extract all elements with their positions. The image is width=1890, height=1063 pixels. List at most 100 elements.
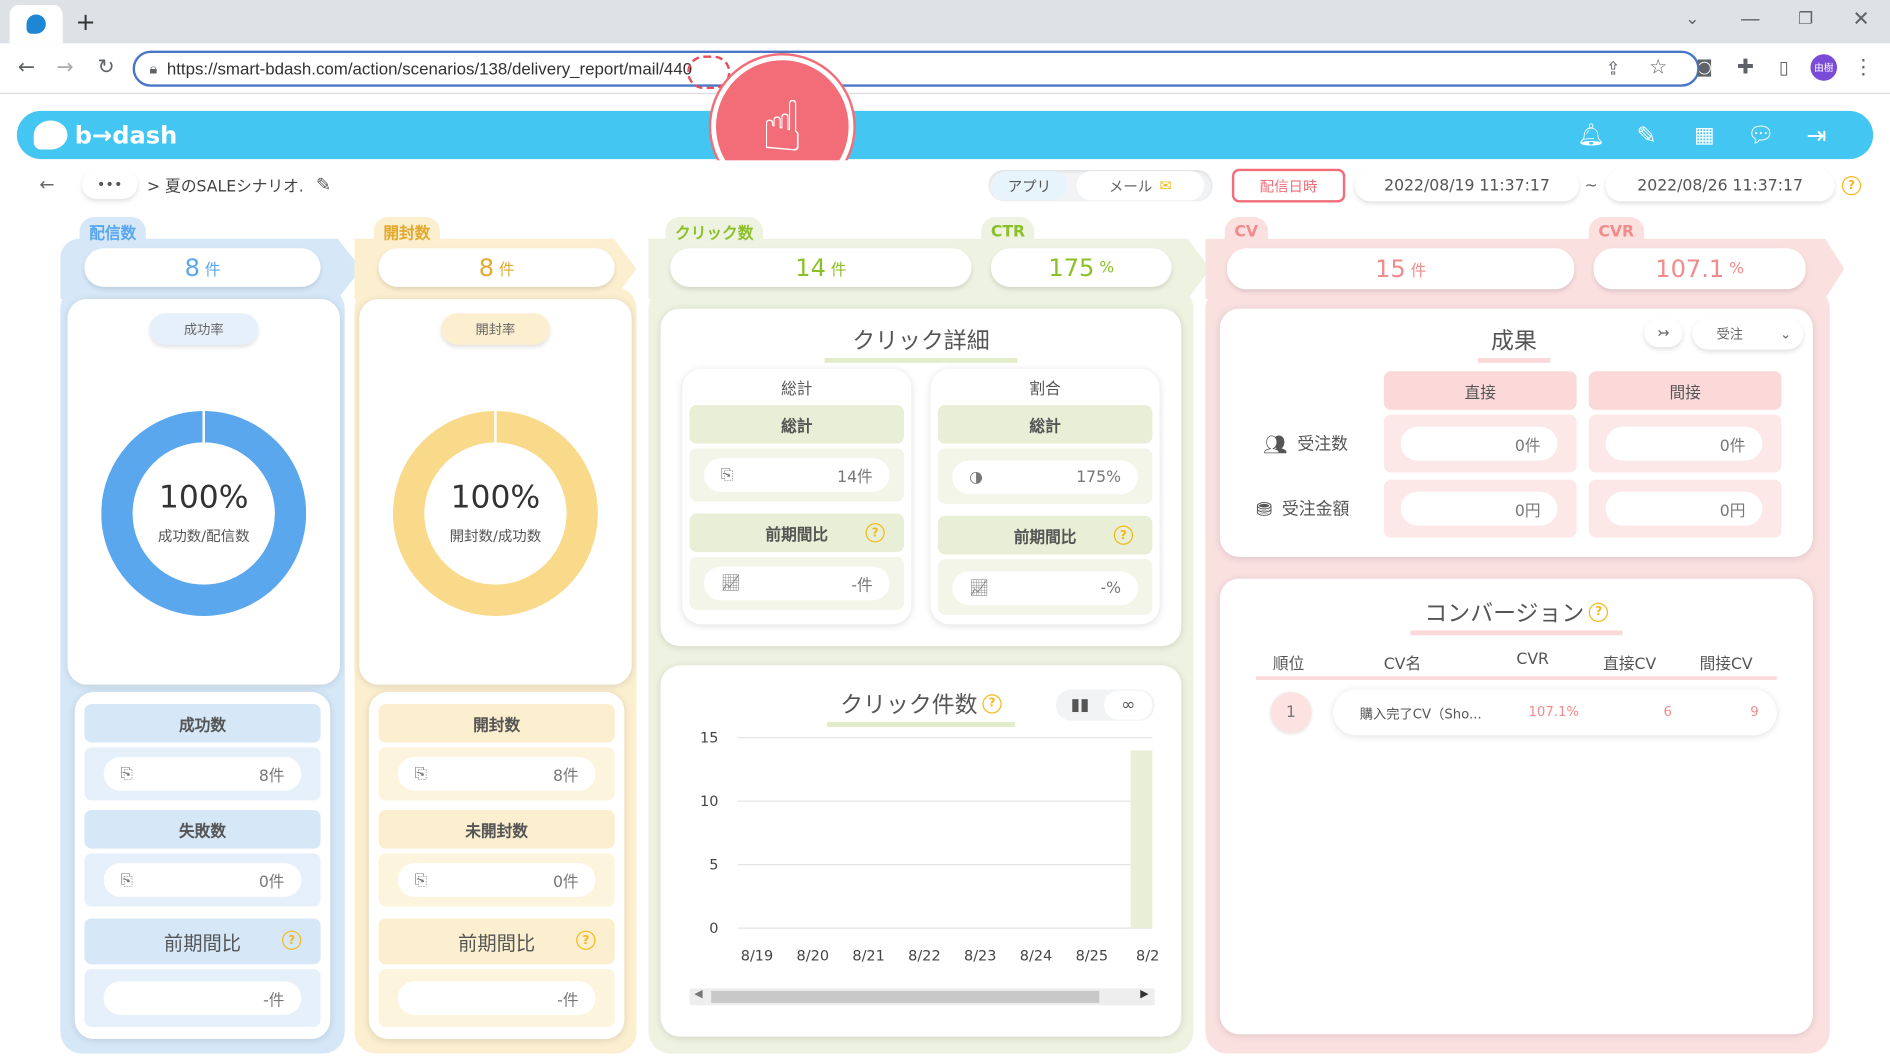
x-tick-label: 8/21 (852, 949, 884, 965)
result-filter-select[interactable]: 受注 ⌄ (1692, 318, 1804, 350)
conv-row-rank: 1 (1270, 691, 1312, 733)
click-total-prev-header: 前期間比? (689, 513, 905, 553)
conv-row-indirect: 9 (1750, 703, 1759, 720)
result-title: 成果 (1477, 323, 1551, 363)
camera-icon[interactable]: ◙ (1692, 55, 1716, 79)
success-count-row: ⎘ 8件 (103, 756, 302, 791)
breadcrumb-more-button[interactable]: ••• (81, 169, 138, 199)
click-total-row: ⎘ 14件 (703, 458, 890, 492)
send-icon: ⎘ (120, 764, 134, 783)
click-count-unit: 件 (830, 260, 847, 280)
success-rate-label: 成功率 (149, 313, 258, 345)
apps-grid-icon[interactable]: ▦ (1690, 121, 1719, 150)
open-prev-header: 前期間比? (378, 918, 615, 965)
y-tick-label: 10 (700, 794, 718, 810)
help-icon[interactable]: ? (1589, 602, 1609, 622)
scroll-left-icon[interactable]: ◀ (694, 988, 702, 1000)
col-indirect: 間接 (1588, 371, 1782, 410)
amount-indirect: 0円 (1605, 491, 1763, 526)
click-detail-title: クリック詳細 (824, 323, 1018, 363)
click-ratio-prev-label: 前期間比 (1013, 528, 1077, 547)
share-icon[interactable]: ⇪ (1606, 58, 1621, 80)
success-donut: 100% 成功数/配信数 (101, 405, 307, 622)
logo[interactable]: b→dash (33, 118, 177, 152)
click-ratio-value: 175% (1076, 468, 1122, 487)
x-tick-label: 8/24 (1020, 949, 1052, 965)
conversion-table-header: 順位 CV名 CVR 直接CV 間接CV (1256, 651, 1777, 680)
send-icon: ⎘ (120, 870, 134, 889)
delivery-count: 8件 (84, 248, 321, 287)
x-tick-label: 8/23 (964, 949, 996, 965)
th-cvr: CVR (1516, 650, 1549, 669)
channel-toggle: アプリ メール ✉ (988, 169, 1213, 202)
help-icon[interactable]: ? (1841, 175, 1862, 196)
click-count: 14 件 (670, 248, 972, 287)
open-detail-card: 開封数 ⎘ 8件 未開封数 ⎘ 0件 前期間比? -件 (368, 691, 625, 1040)
pie-icon: ◑ (969, 468, 983, 487)
open-label: 開封数 (373, 216, 440, 246)
close-window-icon[interactable]: ✕ (1849, 7, 1873, 31)
address-bar[interactable]: 🔒︎ https://smart-bdash.com/action/scenar… (132, 50, 1700, 87)
page-back-icon[interactable]: ← (34, 172, 61, 196)
fail-count-row: ⎘ 0件 (103, 863, 302, 897)
restore-icon[interactable]: ❐ (1794, 7, 1818, 31)
edit-icon[interactable]: ✎ (316, 174, 331, 196)
toggle-mail[interactable]: メール ✉ (1076, 171, 1205, 201)
forward-icon[interactable]: → (53, 55, 77, 79)
chart-scrollbar[interactable]: ◀ ▶ (689, 988, 1155, 1006)
click-total-prev-label: 前期間比 (765, 526, 829, 545)
lock-icon: 🔒︎ (149, 59, 158, 77)
logout-icon[interactable]: ⇥ (1801, 121, 1832, 150)
cvr-unit: % (1729, 259, 1744, 278)
ctr-value: 175 (1048, 253, 1095, 283)
help-icon[interactable]: ? (1113, 525, 1134, 545)
sub-navigation: ← ••• > 夏のSALEシナリオ. ✎ アプリ メール ✉ 配信日時 2022… (0, 160, 1890, 209)
reload-icon[interactable]: ↻ (94, 55, 118, 79)
tab-search-icon[interactable]: ⌄ (1680, 7, 1704, 31)
delivery-prev-row: -件 (103, 981, 302, 1015)
click-ratio-prev-row: 📈︎ -% (952, 571, 1138, 606)
extensions-icon[interactable]: ✚ (1733, 55, 1757, 79)
browser-tab-bar: + ⌄ — ❐ ✕ (0, 0, 1890, 44)
table-row[interactable]: 購入完了CV（Sho... 107.1% 6 9 (1333, 689, 1777, 736)
open-rate-label: 開封率 (441, 313, 550, 345)
conversion-title-wrap: コンバージョン? (1410, 595, 1623, 636)
chart-scrollbar-thumb[interactable] (711, 990, 1100, 1003)
side-panel-icon[interactable]: ▯ (1772, 55, 1796, 79)
back-icon[interactable]: ← (14, 55, 38, 79)
new-tab-button[interactable]: + (72, 7, 99, 36)
direction-icon[interactable]: ↣ (1644, 318, 1683, 348)
coins-icon: ⛃ (1256, 497, 1273, 521)
click-ratio-title: 割合 (1029, 380, 1061, 399)
click-chart-svg: 0 5 10 15 8/19 8/20 8/21 8/22 8/23 8/24 8/25 8/2 (700, 731, 1159, 965)
date-separator: ~ (1584, 176, 1598, 195)
orders-indirect: 0件 (1605, 426, 1763, 461)
bell-icon[interactable]: 🔔︎ (1577, 121, 1606, 150)
th-rank: 順位 (1272, 655, 1305, 674)
help-icon[interactable]: ? (865, 523, 885, 543)
help-icon[interactable]: ? (576, 930, 596, 950)
browser-menu-icon[interactable]: ⋮ (1851, 55, 1875, 79)
profile-avatar[interactable]: 由樹 (1810, 54, 1838, 81)
cvr-value-pill: 107.1% (1593, 248, 1806, 290)
bookmark-star-icon[interactable]: ☆ (1649, 55, 1667, 79)
cvr-value: 107.1 (1655, 254, 1725, 284)
help-icon[interactable]: ? (982, 693, 1002, 713)
conversion-card: コンバージョン? 順位 CV名 CVR 直接CV 間接CV 1 購入完了CV（S… (1219, 578, 1813, 1035)
opened-row: ⎘ 8件 (397, 756, 596, 791)
conv-row-direct: 6 (1663, 703, 1672, 720)
minimize-icon[interactable]: — (1738, 7, 1762, 31)
date-mode-button[interactable]: 配信日時 (1231, 168, 1346, 203)
date-from-field[interactable]: 2022/08/19 11:37:17 (1354, 169, 1580, 202)
scroll-right-icon[interactable]: ▶ (1140, 988, 1148, 1000)
help-icon[interactable]: ? (282, 930, 302, 950)
date-to-field[interactable]: 2022/08/26 11:37:17 (1605, 169, 1835, 202)
chat-icon[interactable]: 💬︎ (1745, 121, 1776, 150)
orders-label-wrap: 👥︎ 受注数 (1263, 432, 1348, 456)
delivery-prev-label: 前期間比 (163, 931, 242, 955)
screen: + ⌄ — ❐ ✕ ← → ↻ 🔒︎ https://smart-bdash.c… (0, 0, 1890, 1063)
browser-tab[interactable] (9, 4, 63, 44)
send-icon: ⎘ (414, 870, 428, 889)
toggle-app[interactable]: アプリ (992, 171, 1067, 201)
wrench-icon[interactable]: ✎ (1632, 121, 1661, 150)
